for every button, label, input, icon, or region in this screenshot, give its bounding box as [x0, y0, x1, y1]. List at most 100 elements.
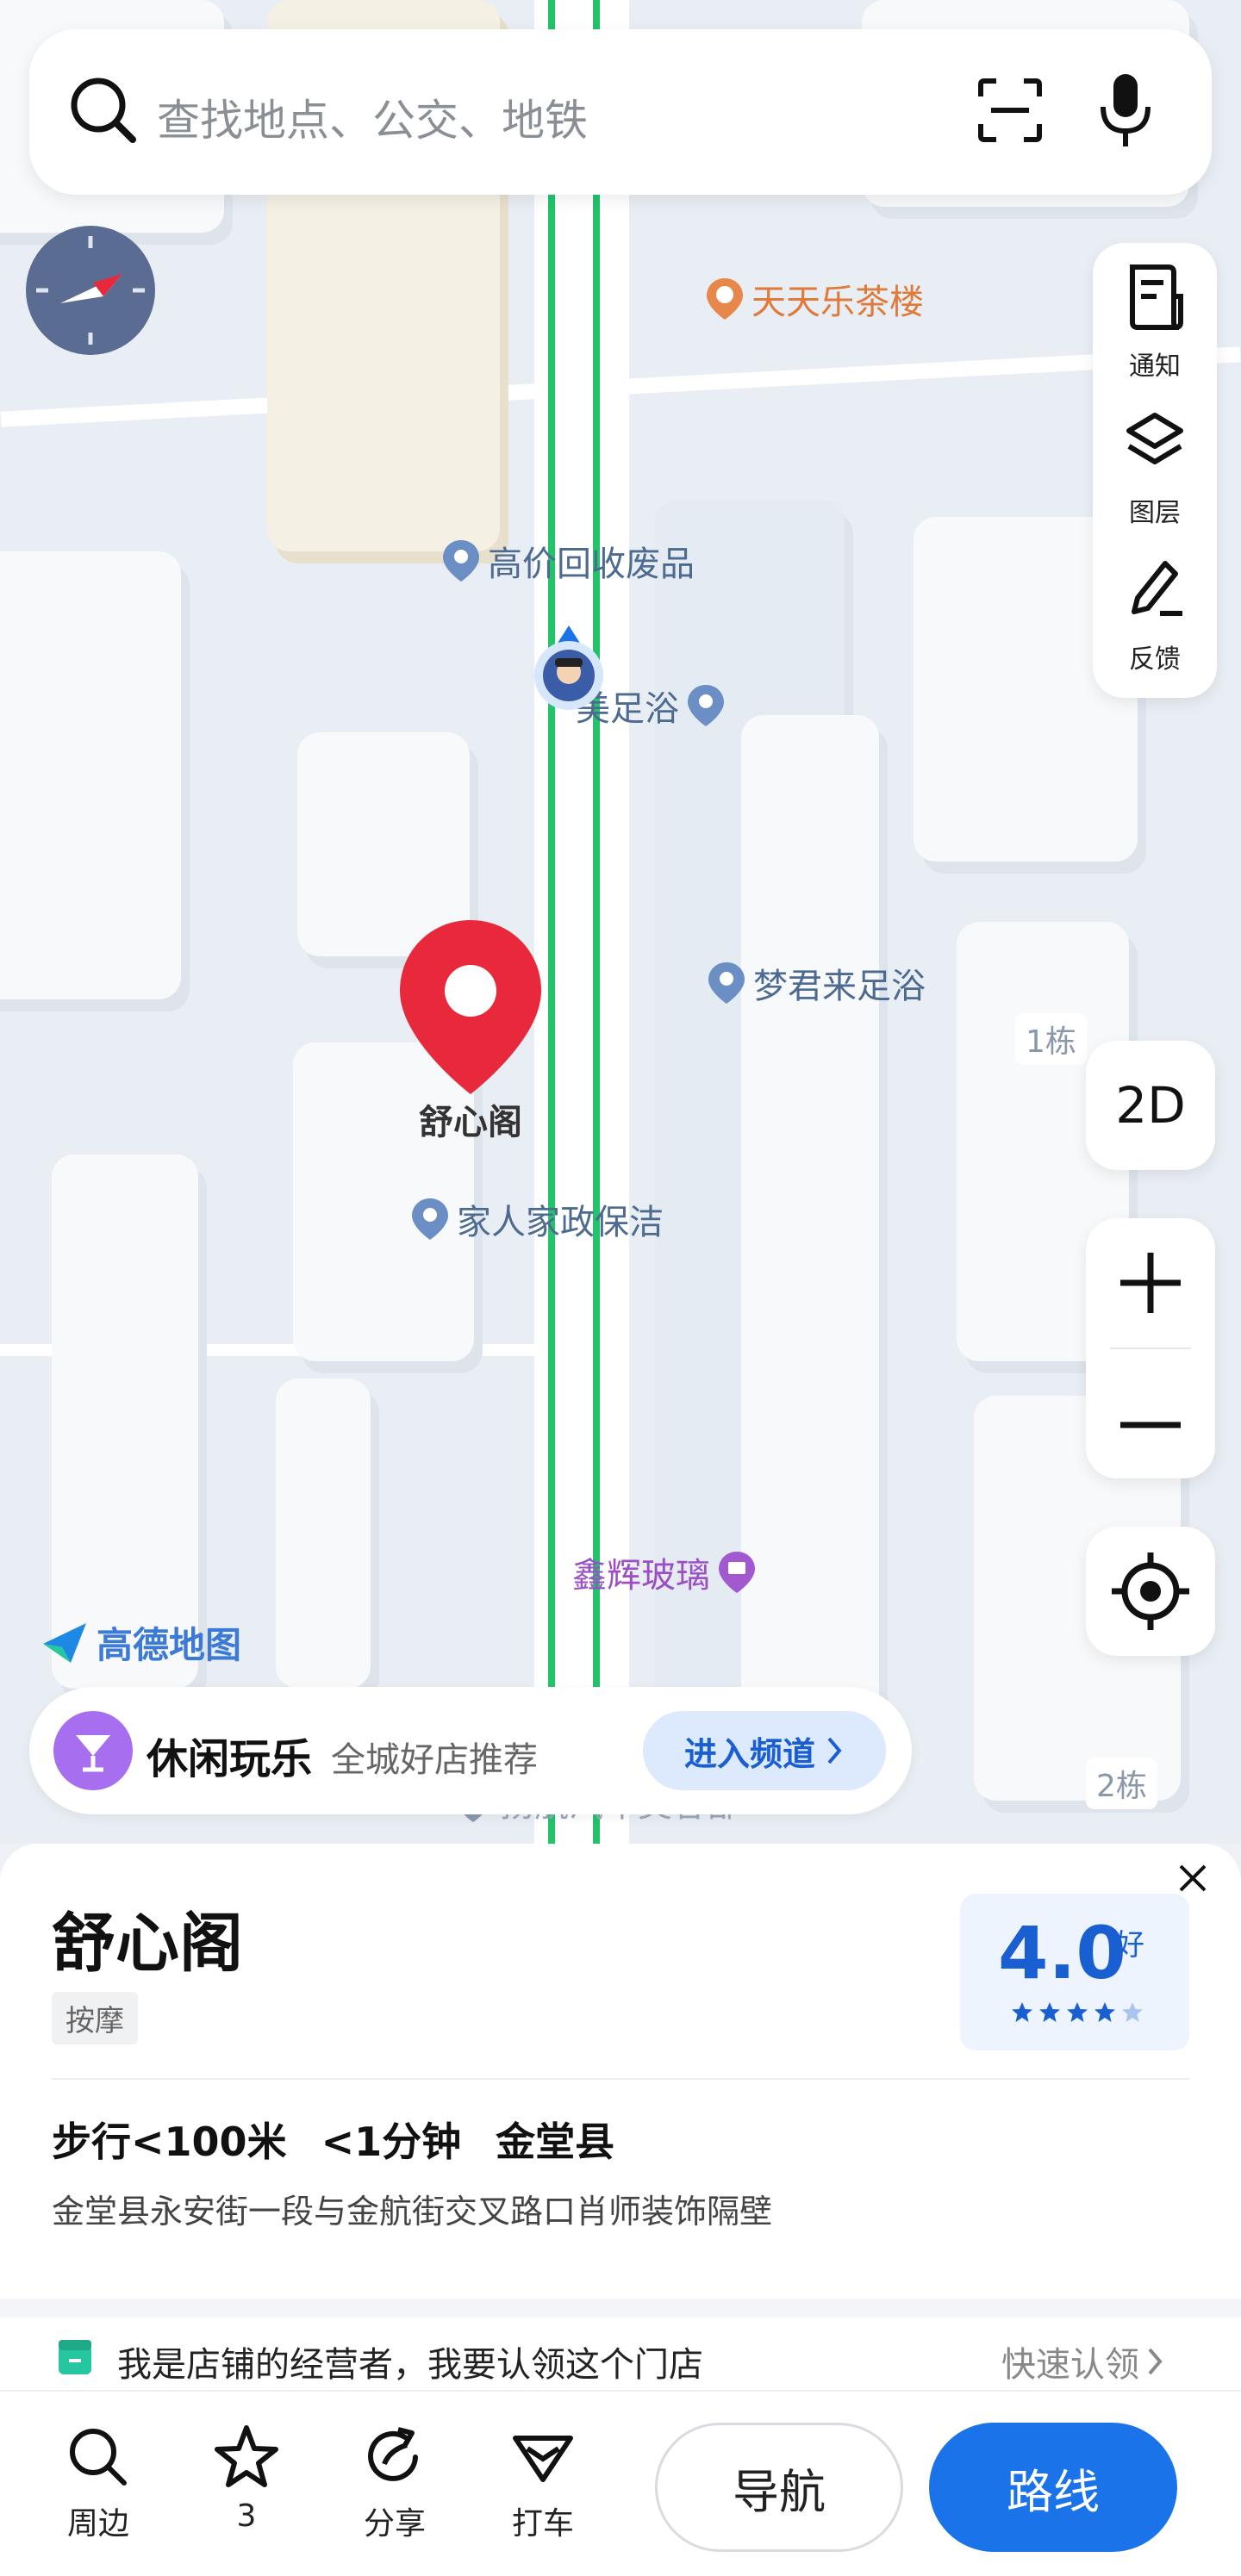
amap-logo-icon [43, 1622, 86, 1663]
store-claim-icon [59, 2340, 91, 2374]
cocktail-icon [53, 1711, 133, 1790]
scan-icon[interactable] [976, 76, 1045, 145]
route-button[interactable]: 路线 [929, 2423, 1177, 2552]
layers-button[interactable]: 图层 [1093, 389, 1217, 536]
poi-glass[interactable]: 鑫辉玻璃 [572, 1547, 757, 1597]
close-icon[interactable] [1176, 1861, 1210, 1895]
star-filled-icon [1067, 2002, 1088, 2022]
poi-label: 天天乐茶楼 [751, 283, 924, 322]
notify-button[interactable]: 通知 [1093, 243, 1217, 389]
building-label: 2栋 [1086, 1758, 1157, 1809]
layers-icon [1126, 413, 1183, 464]
poi-label: 高价回收废品 [488, 544, 695, 584]
share-icon [368, 2427, 418, 2481]
view-mode-button[interactable]: 2D [1086, 1041, 1215, 1170]
shop-pin-icon [719, 1552, 755, 1593]
selected-marker-label: 舒心阁 [419, 1103, 522, 1142]
divider [52, 2078, 1189, 2080]
building [0, 551, 181, 999]
category-tag: 按摩 [52, 1992, 138, 2044]
star-filled-icon [1039, 2002, 1060, 2022]
place-title: 舒心阁 [52, 1907, 243, 1981]
locate-crosshair-icon [1112, 1552, 1189, 1630]
map-view[interactable]: 天天乐茶楼 高价回收废品 美足浴 梦君来足浴 家人家政保洁 鑫辉玻璃 扬航汽车美… [0, 0, 1241, 1844]
zoom-out-button[interactable] [1086, 1349, 1215, 1478]
feedback-button[interactable]: 反馈 [1093, 536, 1217, 682]
chevron-right-icon [1148, 2348, 1163, 2375]
building [52, 1154, 198, 1689]
poi-housekeeping[interactable]: 家人家政保洁 [410, 1194, 664, 1244]
building-label: 1栋 [1015, 1013, 1087, 1065]
red-pin-icon [400, 920, 541, 1094]
map-tools-panel: 通知 图层 反馈 [1093, 243, 1217, 698]
feedback-pen-icon [1132, 561, 1182, 616]
poi-foot-spa-2[interactable]: 梦君来足浴 [707, 958, 926, 1008]
share-button[interactable]: 分享 [334, 2423, 455, 2543]
user-avatar-icon [534, 625, 603, 710]
bottom-action-bar: 周边 3 分享 打车 导航 路线 [0, 2390, 1241, 2576]
user-location-avatar[interactable] [531, 622, 607, 717]
walk-distance: 步行<100米 [52, 2119, 287, 2165]
zoom-controls [1086, 1218, 1215, 1478]
notice-icon [1130, 264, 1183, 330]
microphone-icon[interactable] [1098, 71, 1153, 150]
building [741, 715, 879, 1783]
search-icon [70, 2429, 127, 2486]
compass-icon [36, 236, 145, 345]
search-input[interactable]: 查找地点、公交、地铁 [157, 86, 588, 148]
walk-time: <1分钟 [321, 2119, 462, 2165]
promo-banner[interactable]: 休闲玩乐 全城好店推荐 进入频道 [29, 1687, 912, 1814]
location-pin-icon [443, 540, 479, 582]
poi-label: 鑫辉玻璃 [572, 1556, 710, 1596]
poi-recycle[interactable]: 高价回收废品 [441, 536, 695, 586]
amap-brand: 高德地图 [40, 1616, 241, 1669]
selected-place-marker[interactable]: 舒心阁 [395, 917, 546, 1149]
poi-label: 家人家政保洁 [457, 1203, 664, 1242]
nearby-button[interactable]: 周边 [38, 2423, 159, 2543]
chevron-right-icon [827, 1737, 842, 1764]
search-bar[interactable]: 查找地点、公交、地铁 [29, 29, 1212, 195]
compass-button[interactable] [26, 226, 155, 355]
zoom-in-button[interactable] [1086, 1218, 1215, 1347]
address: 金堂县永安街一段与金航街交叉路口肖师装饰隔壁 [52, 2193, 773, 2231]
quick-claim-link[interactable]: 快速认领 [1001, 2336, 1165, 2386]
locate-button[interactable] [1086, 1527, 1215, 1656]
teapot-pin-icon [707, 278, 743, 320]
notify-label: 通知 [1129, 352, 1181, 382]
location-pin-icon [708, 962, 745, 1004]
brand-label: 高德地图 [97, 1624, 242, 1666]
feedback-label: 反馈 [1129, 644, 1181, 675]
share-label: 分享 [363, 2506, 426, 2542]
poi-tea-house[interactable]: 天天乐茶楼 [705, 274, 924, 324]
favorite-button[interactable]: 3 [186, 2423, 307, 2534]
promo-title: 休闲玩乐 [147, 1735, 313, 1783]
distance-info: 步行<100米 <1分钟 金堂县 [52, 2111, 614, 2168]
district: 金堂县 [496, 2119, 615, 2165]
location-pin-icon [688, 685, 724, 726]
taxi-button[interactable]: 打车 [483, 2423, 603, 2543]
star-empty-icon [1122, 2002, 1143, 2022]
rating-box[interactable]: 4.0 好 [960, 1894, 1189, 2050]
plus-icon [1120, 1253, 1181, 1313]
minus-icon [1120, 1422, 1181, 1428]
view-mode-label: 2D [1115, 1076, 1186, 1135]
nearby-label: 周边 [66, 2506, 129, 2542]
quick-claim-label: 快速认领 [1001, 2345, 1139, 2385]
enter-channel-button[interactable]: 进入频道 [643, 1711, 886, 1790]
building [276, 1378, 371, 1689]
star-filled-icon [1012, 2002, 1032, 2022]
rail-line [548, 0, 555, 1844]
layers-label: 图层 [1129, 498, 1181, 528]
navigate-button[interactable]: 导航 [655, 2423, 903, 2552]
location-pin-icon [412, 1198, 448, 1240]
rating-stars [1010, 2000, 1144, 2025]
promo-subtitle: 全城好店推荐 [331, 1740, 538, 1780]
claim-text: 我是店铺的经营者，我要认领这个门店 [117, 2345, 703, 2385]
search-icon [71, 78, 136, 143]
rating-score: 4.0 [998, 1911, 1126, 1995]
taxi-icon [513, 2436, 573, 2482]
taxi-label: 打车 [511, 2506, 574, 2542]
star-filled-icon [1094, 2002, 1115, 2022]
favorites-count: 3 [236, 2498, 257, 2534]
star-icon [215, 2425, 278, 2487]
